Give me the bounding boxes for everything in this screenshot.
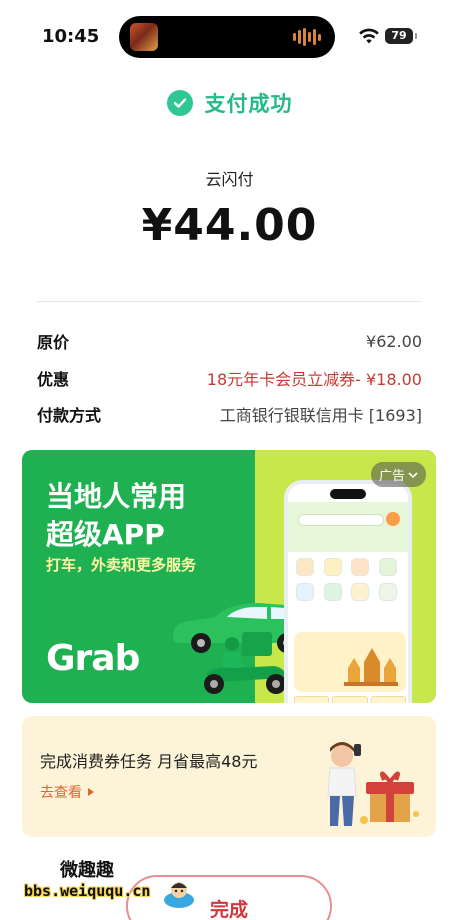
audio-waveform-icon [293, 27, 321, 47]
phone-notch [330, 489, 366, 499]
success-check-icon [166, 90, 193, 116]
divider [37, 301, 422, 302]
dynamic-island[interactable] [119, 16, 335, 58]
watermark-name: 微趣趣 [60, 860, 114, 881]
detail-row-payment-method: 付款方式 工商银行银联信用卡 [1693] [37, 402, 422, 426]
temple-illustration-icon [344, 648, 398, 686]
phone-search-bar [298, 514, 384, 526]
phone-avatar [386, 512, 400, 526]
status-bar: 10:45 79 [0, 0, 459, 74]
detail-label: 付款方式 [37, 406, 102, 425]
watermark-url: bbs.weiququ.cn [24, 882, 151, 900]
coupon-task-card[interactable]: 完成消费券任务 月省最高48元 去查看 [22, 716, 436, 837]
person-with-gift-icon [327, 742, 419, 826]
payment-channel: 云闪付 [205, 170, 254, 189]
phone-app-header [288, 502, 408, 552]
detail-value: ¥62.00 [366, 331, 422, 351]
phone-service-grid [296, 558, 402, 601]
mascot-icon [164, 882, 194, 908]
ad-label-badge[interactable]: 广告 [370, 462, 426, 487]
battery-indicator: 79 [385, 28, 417, 44]
payment-status-text: 支付成功 [204, 92, 293, 116]
ad-title-line: 超级APP [46, 518, 165, 551]
paid-amount: ¥44.00 [141, 200, 318, 251]
detail-label: 原价 [37, 333, 70, 352]
play-arrow-icon [88, 788, 94, 796]
detail-row-discount: 优惠 18元年卡会员立减券- ¥18.00 [37, 366, 422, 390]
grab-logo: Grab [46, 638, 140, 679]
grab-ad-banner[interactable]: 当地人常用 超级APP 打车，外卖和更多服务 Grab 广告 [22, 450, 436, 703]
ad-title: 当地人常用 超级APP [46, 478, 186, 554]
task-view-link[interactable]: 去查看 [40, 782, 94, 802]
payment-success-header: 支付成功 [0, 88, 459, 118]
wifi-icon [359, 28, 379, 44]
phone-mockup [284, 480, 412, 703]
phone-coupon-chips [294, 696, 406, 703]
status-time: 10:45 [42, 26, 100, 47]
site-watermark: 微趣趣 bbs.weiququ.cn [24, 856, 194, 914]
now-playing-artwork [130, 23, 158, 51]
ad-label-text: 广告 [378, 469, 405, 484]
detail-value: 18元年卡会员立减券- ¥18.00 [206, 370, 422, 389]
task-title: 完成消费券任务 月省最高48元 [40, 752, 258, 771]
detail-value: 工商银行银联信用卡 [1693] [219, 406, 422, 425]
task-link-label: 去查看 [40, 785, 82, 801]
ad-subtitle: 打车，外卖和更多服务 [46, 556, 197, 574]
detail-label: 优惠 [37, 370, 70, 389]
delivery-scooter-icon [204, 632, 286, 694]
chevron-down-icon [408, 471, 418, 478]
ad-title-line: 当地人常用 [46, 480, 187, 513]
detail-row-original-price: 原价 ¥62.00 [37, 329, 422, 353]
